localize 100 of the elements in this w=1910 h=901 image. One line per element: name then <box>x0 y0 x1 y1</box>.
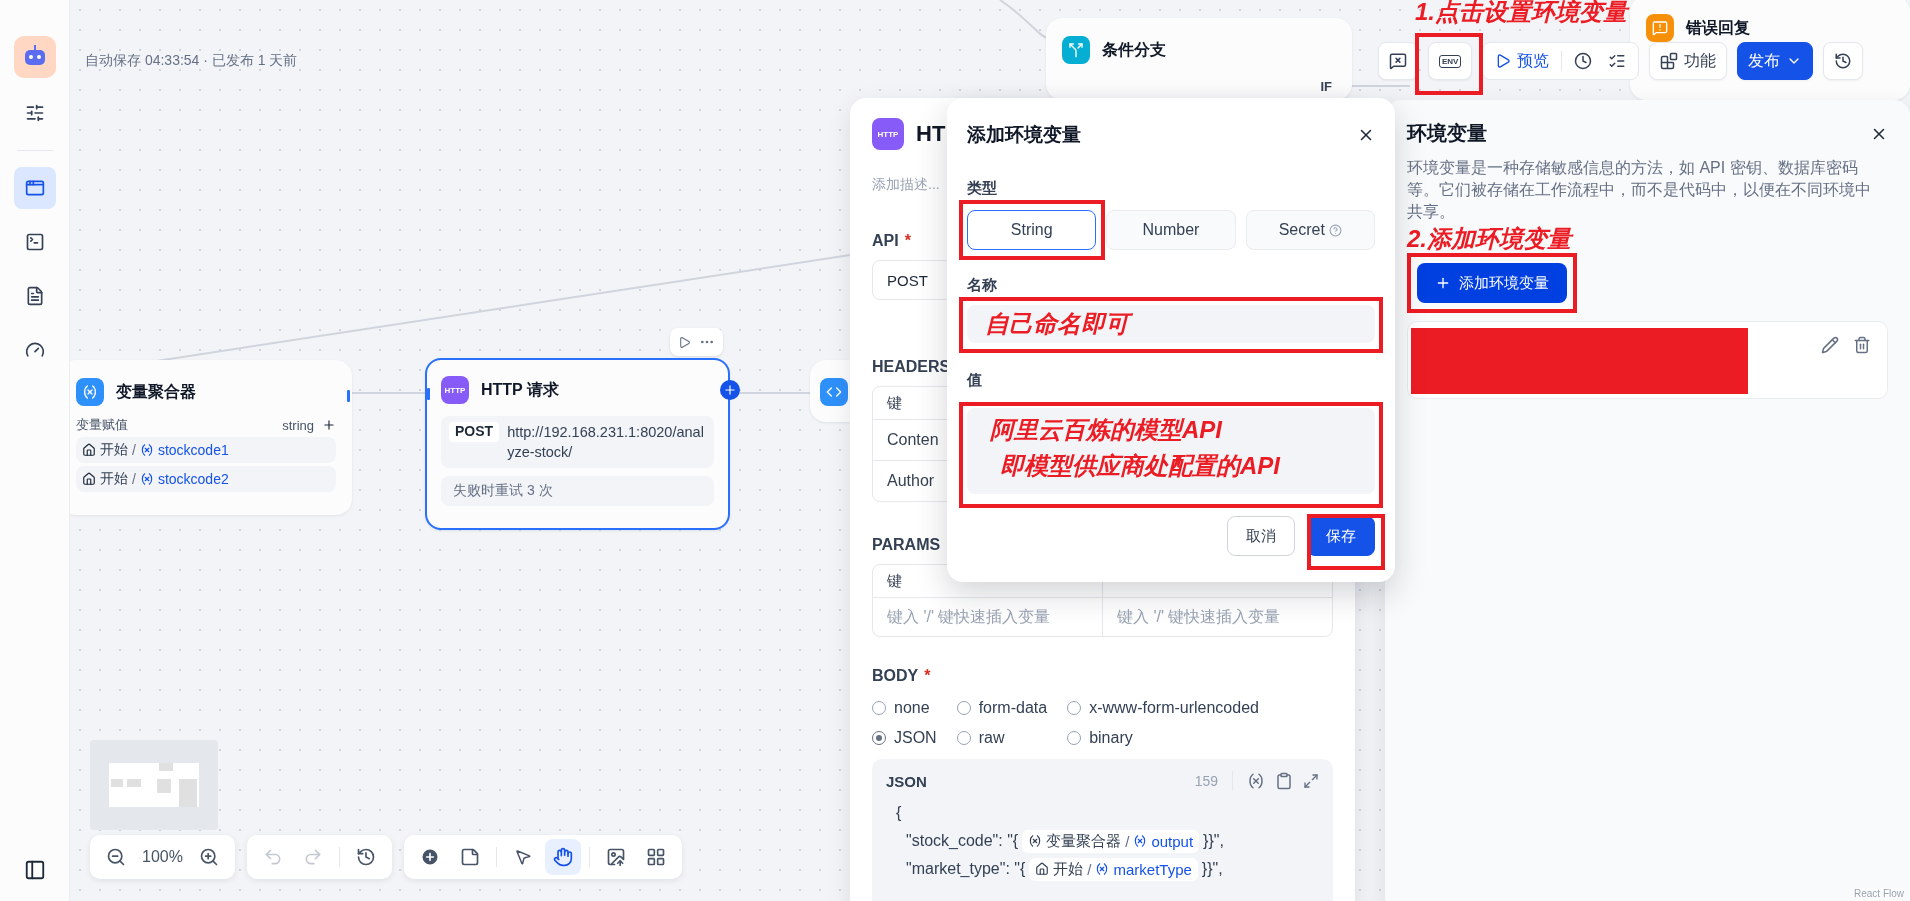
body-type-radio[interactable]: raw <box>956 729 1048 747</box>
variable-icon <box>1095 862 1110 876</box>
separator: / <box>1087 860 1092 878</box>
grid-icon <box>645 847 666 867</box>
variable-name: output <box>1151 832 1194 850</box>
panel-title: 环境变量 <box>1407 121 1487 146</box>
variable-icon[interactable] <box>1247 772 1265 790</box>
field-label: 值 <box>967 371 982 388</box>
clock-icon <box>1574 52 1593 70</box>
branch-icon <box>1068 42 1084 58</box>
autosave-status: 自动保存 04:33:54 · 已发布 1 天前 <box>85 52 298 70</box>
code-icon <box>826 384 842 400</box>
http-node[interactable]: HTTP HTTP 请求 POST http://192.168.231.1:8020/analyze-stock/ 失败时重试 3 次 <box>425 358 730 530</box>
node-title: 变量聚合器 <box>116 381 196 402</box>
section-label: BODY <box>872 667 919 685</box>
variable-icon <box>1028 834 1043 848</box>
variable-icon <box>139 443 154 457</box>
tool-button[interactable] <box>544 839 581 875</box>
code-text: "market_type": "{ <box>906 860 1026 878</box>
expand-icon[interactable] <box>1303 773 1319 789</box>
source-name: 开始 <box>1053 859 1084 879</box>
required-mark: * <box>904 232 911 250</box>
section-label: HEADERS <box>872 358 951 376</box>
zoom-in-icon <box>198 847 219 867</box>
panel-description: 环境变量是一种存储敏感信息的方法，如 API 密钥、数据库密码等。它们被存储在工作流程中，而不是代码中，以便在不同环境中共享。 <box>1407 158 1872 222</box>
variable-icon <box>82 384 98 400</box>
source-name: 开始 <box>100 470 128 488</box>
panel-title: HT <box>916 121 946 147</box>
hand-icon <box>552 847 573 867</box>
body-type-radio[interactable]: none <box>872 699 937 717</box>
separator: / <box>1125 832 1130 850</box>
body-type-radio[interactable]: binary <box>1067 729 1259 747</box>
source-name: 变量聚合器 <box>1046 831 1122 851</box>
section-label: API <box>872 232 899 250</box>
section-label: PARAMS <box>872 536 941 554</box>
history-icon <box>1834 52 1853 70</box>
variable-name: marketType <box>1113 860 1192 878</box>
edit-icon[interactable] <box>1821 336 1839 354</box>
table-cell: Conten <box>887 431 939 449</box>
type-option[interactable]: Number <box>1106 210 1236 250</box>
body-type-radio[interactable]: form-data <box>956 699 1048 717</box>
sidebar-item[interactable] <box>13 167 56 209</box>
aggregator-node[interactable]: 变量聚合器 变量赋值 string 开始 / stockcode1 开始 / stockcode2 <box>70 360 352 515</box>
retry-info: 失败时重试 3 次 <box>441 476 714 506</box>
required-mark: * <box>924 667 931 685</box>
http-icon: HTTP <box>441 376 469 404</box>
play-icon[interactable] <box>678 335 691 349</box>
code-text: }}", <box>1201 860 1223 878</box>
node-title: 错误回复 <box>1686 17 1750 38</box>
body-type-radio[interactable]: JSON <box>872 729 937 747</box>
add-icon <box>723 383 737 397</box>
copy-icon[interactable] <box>1275 772 1293 790</box>
note-icon <box>459 847 480 867</box>
separator: / <box>132 442 136 458</box>
separator: / <box>132 471 136 487</box>
pointer-icon <box>513 848 532 866</box>
field-label: 类型 <box>967 180 997 196</box>
json-editor[interactable]: JSON 159 { "stock_code": "{ 变量聚合器 / output }}", "market_type": "{ 开始 / marketType }}", <box>872 759 1333 901</box>
add-node-button[interactable] <box>720 380 740 400</box>
home-icon <box>82 443 96 457</box>
delete-icon[interactable] <box>1853 336 1871 354</box>
type-option[interactable]: String <box>967 210 1097 250</box>
publish-button[interactable]: 发布 <box>1737 42 1814 80</box>
request-url: http://192.168.231.1:8020/analyze-stock/ <box>507 423 705 462</box>
variable-name: stockcode2 <box>157 471 229 487</box>
node-title: 条件分支 <box>1102 39 1166 60</box>
cancel-button[interactable]: 取消 <box>1227 516 1295 556</box>
table-cell: Author <box>887 472 935 490</box>
type-option[interactable]: Secret <box>1245 210 1375 250</box>
add-variable-button[interactable]: 添加环境变量 <box>1417 263 1567 303</box>
export-icon <box>605 847 626 867</box>
window-icon <box>24 178 45 198</box>
attribution-text: React Flow <box>1854 888 1904 899</box>
code-text: "stock_code": "{ <box>906 832 1019 850</box>
add-icon[interactable] <box>322 418 336 432</box>
comment-button[interactable] <box>1378 42 1418 80</box>
home-icon <box>82 472 96 486</box>
features-button[interactable]: 功能 <box>1649 42 1728 80</box>
branch-label: IF <box>1320 79 1332 94</box>
preview-button[interactable]: 预览 <box>1487 46 1558 76</box>
gauge-icon <box>24 340 45 360</box>
comment-icon <box>1389 52 1407 70</box>
body-type-radio[interactable]: x-www-form-urlencoded <box>1067 699 1259 717</box>
value-field[interactable] <box>967 407 1375 494</box>
version-history-button[interactable] <box>1823 42 1864 80</box>
play-icon <box>1495 53 1512 69</box>
method-tag: POST <box>449 422 500 442</box>
checklist-icon <box>1608 52 1627 70</box>
condition-node[interactable]: 条件分支 IF <box>1046 18 1352 100</box>
code-text: { <box>896 804 902 822</box>
code-text: }}", <box>1203 832 1224 850</box>
code-node[interactable] <box>810 360 850 422</box>
sidebar-toggle-icon[interactable] <box>23 859 46 881</box>
character-count: 159 <box>1194 773 1218 789</box>
env-button[interactable]: ENV <box>1428 42 1473 80</box>
type-label: string <box>282 417 314 433</box>
group-label: 变量赋值 <box>76 416 128 434</box>
home-icon <box>1035 862 1050 876</box>
node-title: HTTP 请求 <box>481 379 559 400</box>
plus-icon <box>1435 275 1451 291</box>
